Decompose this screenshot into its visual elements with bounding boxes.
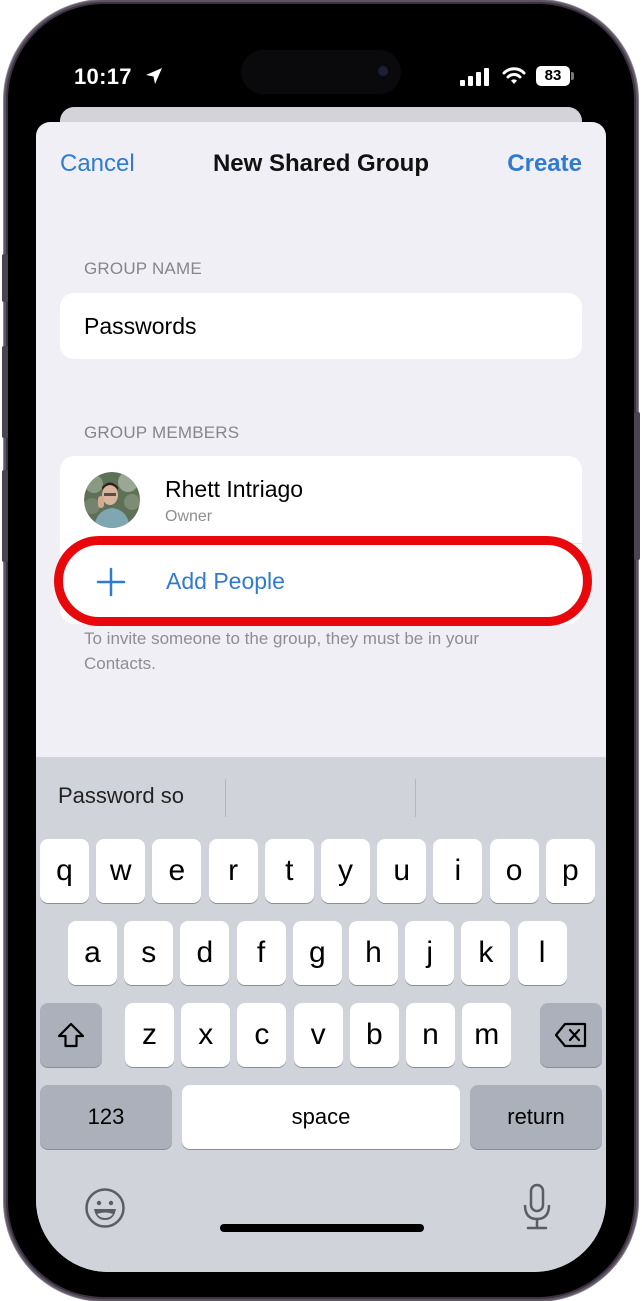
key-y[interactable]: y: [321, 839, 370, 903]
key-b[interactable]: b: [349, 1003, 399, 1067]
plus-icon: [96, 567, 126, 597]
key-j[interactable]: j: [405, 921, 455, 985]
key-n[interactable]: n: [406, 1003, 455, 1067]
action-button: [2, 254, 8, 302]
wifi-icon: [502, 67, 526, 84]
shift-key[interactable]: [40, 1003, 102, 1067]
shift-icon: [57, 1022, 85, 1048]
invite-footer-note: To invite someone to the group, they mus…: [84, 629, 480, 673]
member-name: Rhett Intriago: [165, 476, 304, 502]
group-members-header: GROUP MEMBERS: [84, 423, 240, 442]
camera-dot: [378, 66, 388, 76]
microphone-icon[interactable]: [522, 1183, 552, 1231]
battery-tip: [571, 72, 574, 80]
key-o[interactable]: o: [489, 839, 539, 903]
return-key[interactable]: return: [470, 1085, 602, 1149]
suggestion-divider: [225, 779, 226, 817]
delete-icon: [554, 1022, 587, 1048]
status-time: 10:17: [74, 64, 132, 89]
key-x[interactable]: x: [181, 1003, 231, 1067]
emoji-icon[interactable]: [84, 1187, 126, 1229]
key-e[interactable]: e: [152, 839, 202, 903]
key-k[interactable]: k: [461, 921, 511, 985]
avatar: [84, 472, 140, 528]
volume-down-button: [2, 470, 8, 562]
location-arrow-icon: [146, 68, 162, 84]
key-r[interactable]: r: [208, 839, 258, 903]
suggestion-divider: [415, 779, 416, 817]
create-button[interactable]: Create: [507, 150, 582, 178]
key-f[interactable]: f: [236, 921, 286, 985]
suggestion-1[interactable]: Password so: [58, 783, 184, 809]
home-indicator[interactable]: [220, 1224, 424, 1232]
delete-key[interactable]: [540, 1003, 602, 1067]
volume-up-button: [2, 346, 8, 438]
space-key[interactable]: space: [182, 1085, 460, 1149]
add-people-label: Add People: [166, 568, 285, 594]
key-h[interactable]: h: [349, 921, 398, 985]
key-z[interactable]: z: [125, 1003, 174, 1067]
screen: 10:17 83 Cancel New Shared Group Create …: [36, 28, 606, 1272]
key-v[interactable]: v: [293, 1003, 343, 1067]
key-i[interactable]: i: [433, 839, 483, 903]
key-p[interactable]: p: [545, 839, 595, 903]
keyboard: Password so 123 space return q w e r t y…: [36, 757, 606, 1272]
navigation-bar: Cancel New Shared Group Create: [36, 122, 606, 212]
add-people-button[interactable]: Add People: [60, 544, 582, 624]
key-a[interactable]: a: [68, 921, 117, 985]
key-l[interactable]: l: [517, 921, 567, 985]
signal-icon: [460, 68, 489, 86]
key-w[interactable]: w: [96, 839, 146, 903]
status-bar: 10:17 83: [36, 28, 606, 108]
group-name-header: GROUP NAME: [84, 259, 202, 278]
numbers-key[interactable]: 123: [40, 1085, 172, 1149]
key-c[interactable]: c: [237, 1003, 287, 1067]
group-name-field[interactable]: [60, 293, 582, 359]
dynamic-island: [241, 50, 401, 94]
cancel-button[interactable]: Cancel: [60, 150, 135, 178]
key-t[interactable]: t: [264, 839, 314, 903]
group-members-list: Rhett Intriago Owner Add People: [60, 456, 582, 624]
key-d[interactable]: d: [180, 921, 230, 985]
suggestion-bar: Password so: [36, 757, 606, 837]
key-u[interactable]: u: [377, 839, 427, 903]
key-m[interactable]: m: [462, 1003, 512, 1067]
power-button: [634, 412, 640, 560]
key-s[interactable]: s: [124, 921, 174, 985]
member-role: Owner: [165, 508, 213, 525]
group-name-input[interactable]: [60, 293, 582, 359]
battery-icon: 83: [536, 66, 570, 86]
key-g[interactable]: g: [292, 921, 342, 985]
key-q[interactable]: q: [40, 839, 89, 903]
